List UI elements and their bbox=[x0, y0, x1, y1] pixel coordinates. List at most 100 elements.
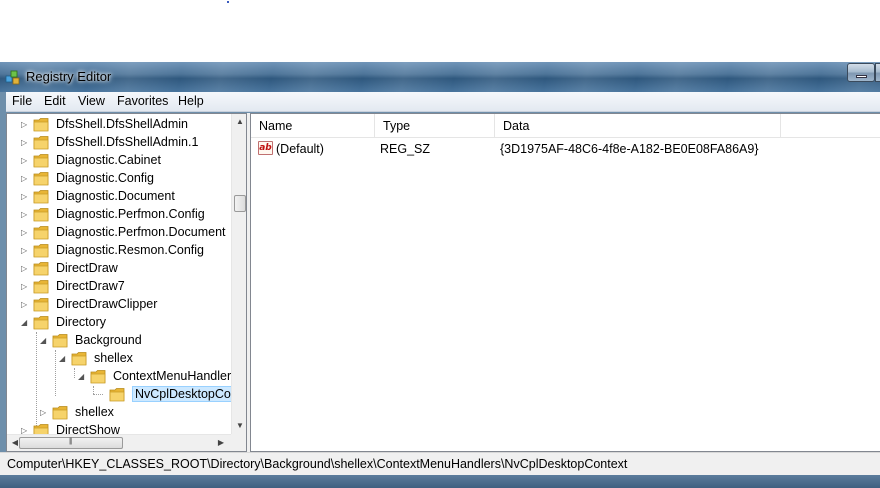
collapse-arrow-icon[interactable]: ◢ bbox=[59, 354, 67, 363]
tree-item-dfsshell-dfsshelladmin[interactable]: ▷ DfsShell.DfsShellAdmin bbox=[7, 116, 231, 134]
value-type: REG_SZ bbox=[380, 142, 431, 156]
folder-icon bbox=[90, 369, 106, 384]
value-data: {3D1975AF-48C6-4f8e-A182-BE0E08FA86A9} bbox=[500, 142, 759, 156]
tree-item-diagnostic-perfmon-document[interactable]: ▷ Diagnostic.Perfmon.Document bbox=[7, 224, 231, 242]
editor-content: ▷ DfsShell.DfsShellAdmin ▷ DfsShell.DfsShel… bbox=[6, 113, 880, 452]
folder-icon bbox=[33, 261, 49, 276]
tree-item-label: ContextMenuHandlers bbox=[113, 369, 231, 383]
tree-item-label: shellex bbox=[94, 351, 133, 365]
folder-icon bbox=[71, 351, 87, 366]
menu-file[interactable]: File bbox=[12, 94, 32, 108]
window-title: Registry Editor bbox=[26, 69, 112, 84]
expand-arrow-icon[interactable]: ▷ bbox=[21, 156, 29, 165]
string-value-icon: ab bbox=[258, 141, 273, 155]
tree-item-diagnostic-document[interactable]: ▷ Diagnostic.Document bbox=[7, 188, 231, 206]
expand-arrow-icon[interactable]: ▷ bbox=[21, 120, 29, 129]
tree-item-nvcpldesktopcontext[interactable]: NvCplDesktopContext bbox=[7, 386, 231, 404]
expand-arrow-icon[interactable]: ▷ bbox=[21, 228, 29, 237]
expand-arrow-icon[interactable]: ▷ bbox=[21, 264, 29, 273]
registry-editor-window: Registry Editor File Edit View Favorites… bbox=[0, 62, 880, 488]
expand-arrow-icon[interactable]: ▷ bbox=[21, 300, 29, 309]
scroll-grip-icon: ||| bbox=[69, 438, 73, 445]
menu-edit[interactable]: Edit bbox=[44, 94, 66, 108]
tree-item-label: Diagnostic.Resmon.Config bbox=[56, 243, 204, 257]
expand-arrow-icon[interactable]: ▷ bbox=[40, 408, 48, 417]
menu-favorites[interactable]: Favorites bbox=[117, 94, 168, 108]
column-header-type[interactable]: Type bbox=[375, 114, 495, 137]
tree-item-label: Diagnostic.Cabinet bbox=[56, 153, 161, 167]
tree-item-directdraw7[interactable]: ▷ DirectDraw7 bbox=[7, 278, 231, 296]
tree-item-diagnostic-perfmon-config[interactable]: ▷ Diagnostic.Perfmon.Config bbox=[7, 206, 231, 224]
scroll-down-icon[interactable]: ▼ bbox=[232, 418, 246, 434]
status-path: Computer\HKEY_CLASSES_ROOT\Directory\Bac… bbox=[7, 457, 628, 471]
tree-horizontal-scrollbar[interactable]: ◀ ||| ▶ bbox=[7, 434, 231, 451]
tree-item-label: Diagnostic.Perfmon.Document bbox=[56, 225, 226, 239]
menu-view[interactable]: View bbox=[78, 94, 105, 108]
scroll-up-icon[interactable]: ▲ bbox=[232, 114, 246, 130]
tree-item-dfsshell-dfsshelladmin-1[interactable]: ▷ DfsShell.DfsShellAdmin.1 bbox=[7, 134, 231, 152]
window-bottom-frame bbox=[0, 475, 880, 488]
tree-item-label: DirectDraw bbox=[56, 261, 118, 275]
expand-arrow-icon[interactable]: ▷ bbox=[21, 138, 29, 147]
column-header-name[interactable]: Name bbox=[251, 114, 375, 137]
folder-icon bbox=[33, 189, 49, 204]
maximize-button[interactable] bbox=[875, 63, 880, 82]
tree-item-label: DirectDraw7 bbox=[56, 279, 125, 293]
folder-icon bbox=[33, 297, 49, 312]
tree-item-diagnostic-config[interactable]: ▷ Diagnostic.Config bbox=[7, 170, 231, 188]
folder-icon bbox=[33, 243, 49, 258]
tree-item-diagnostic-cabinet[interactable]: ▷ Diagnostic.Cabinet bbox=[7, 152, 231, 170]
expand-arrow-icon[interactable]: ▷ bbox=[21, 282, 29, 291]
folder-icon bbox=[52, 405, 68, 420]
minimize-icon bbox=[856, 75, 867, 78]
status-bar: Computer\HKEY_CLASSES_ROOT\Directory\Bac… bbox=[0, 452, 880, 475]
registry-icon bbox=[5, 70, 20, 85]
tree-item-label: DirectDrawClipper bbox=[56, 297, 158, 311]
collapse-arrow-icon[interactable]: ◢ bbox=[40, 336, 48, 345]
expand-arrow-icon[interactable]: ▷ bbox=[21, 192, 29, 201]
tree-item-directdrawclipper[interactable]: ▷ DirectDrawClipper bbox=[7, 296, 231, 314]
folder-icon bbox=[109, 387, 125, 402]
tree-item-diagnostic-resmon-config[interactable]: ▷ Diagnostic.Resmon.Config bbox=[7, 242, 231, 260]
key-tree: ▷ DfsShell.DfsShellAdmin ▷ DfsShell.DfsShel… bbox=[7, 114, 231, 434]
folder-icon bbox=[33, 279, 49, 294]
tree-item-label: DfsShell.DfsShellAdmin.1 bbox=[56, 135, 199, 149]
title-bar-glass bbox=[0, 62, 880, 92]
folder-icon bbox=[33, 171, 49, 186]
minimize-button[interactable] bbox=[847, 63, 875, 82]
menu-bar: File Edit View Favorites Help bbox=[6, 92, 880, 112]
collapse-arrow-icon[interactable]: ◢ bbox=[21, 318, 29, 327]
key-tree-pane: ▷ DfsShell.DfsShellAdmin ▷ DfsShell.DfsShel… bbox=[6, 113, 247, 452]
values-list-header: Name Type Data bbox=[251, 114, 880, 138]
collapse-arrow-icon[interactable]: ◢ bbox=[78, 372, 86, 381]
tree-item-shellex-2[interactable]: ▷ shellex bbox=[7, 404, 231, 422]
tree-item-label: Directory bbox=[56, 315, 107, 329]
tree-item-directdraw[interactable]: ▷ DirectDraw bbox=[7, 260, 231, 278]
folder-icon bbox=[33, 207, 49, 222]
tree-item-label: DirectShow bbox=[56, 423, 120, 434]
tree-item-directory[interactable]: ◢ Directory bbox=[7, 314, 231, 332]
vertical-scroll-thumb[interactable] bbox=[234, 195, 246, 212]
tree-vertical-scrollbar[interactable]: ▲ ▼ bbox=[231, 114, 246, 434]
folder-icon bbox=[33, 135, 49, 150]
tree-item-label: DfsShell.DfsShellAdmin bbox=[56, 117, 188, 131]
no-expander bbox=[97, 390, 105, 399]
expand-arrow-icon[interactable]: ▷ bbox=[21, 174, 29, 183]
value-row[interactable]: ab (Default) REG_SZ {3D1975AF-48C6-4f8e-… bbox=[251, 139, 880, 159]
scroll-right-icon[interactable]: ▶ bbox=[213, 435, 229, 451]
title-bar[interactable]: Registry Editor bbox=[0, 62, 880, 92]
menu-help[interactable]: Help bbox=[178, 94, 204, 108]
tree-item-label: Background bbox=[75, 333, 142, 347]
tree-item-directshow[interactable]: ▷ DirectShow bbox=[7, 422, 231, 434]
expand-arrow-icon[interactable]: ▷ bbox=[21, 426, 29, 434]
value-name: (Default) bbox=[276, 142, 324, 156]
expand-arrow-icon[interactable]: ▷ bbox=[21, 246, 29, 255]
column-header-data[interactable]: Data bbox=[495, 114, 781, 137]
tree-item-shellex[interactable]: ◢ shellex bbox=[7, 350, 231, 368]
tree-item-background[interactable]: ◢ Background bbox=[7, 332, 231, 350]
expand-arrow-icon[interactable]: ▷ bbox=[21, 210, 29, 219]
tree-item-label: shellex bbox=[75, 405, 114, 419]
tree-item-contextmenuhandlers[interactable]: ◢ ContextMenuHandlers bbox=[7, 368, 231, 386]
values-list-pane: Name Type Data ab (Default) REG_SZ {3D19… bbox=[250, 113, 880, 452]
folder-icon bbox=[33, 315, 49, 330]
